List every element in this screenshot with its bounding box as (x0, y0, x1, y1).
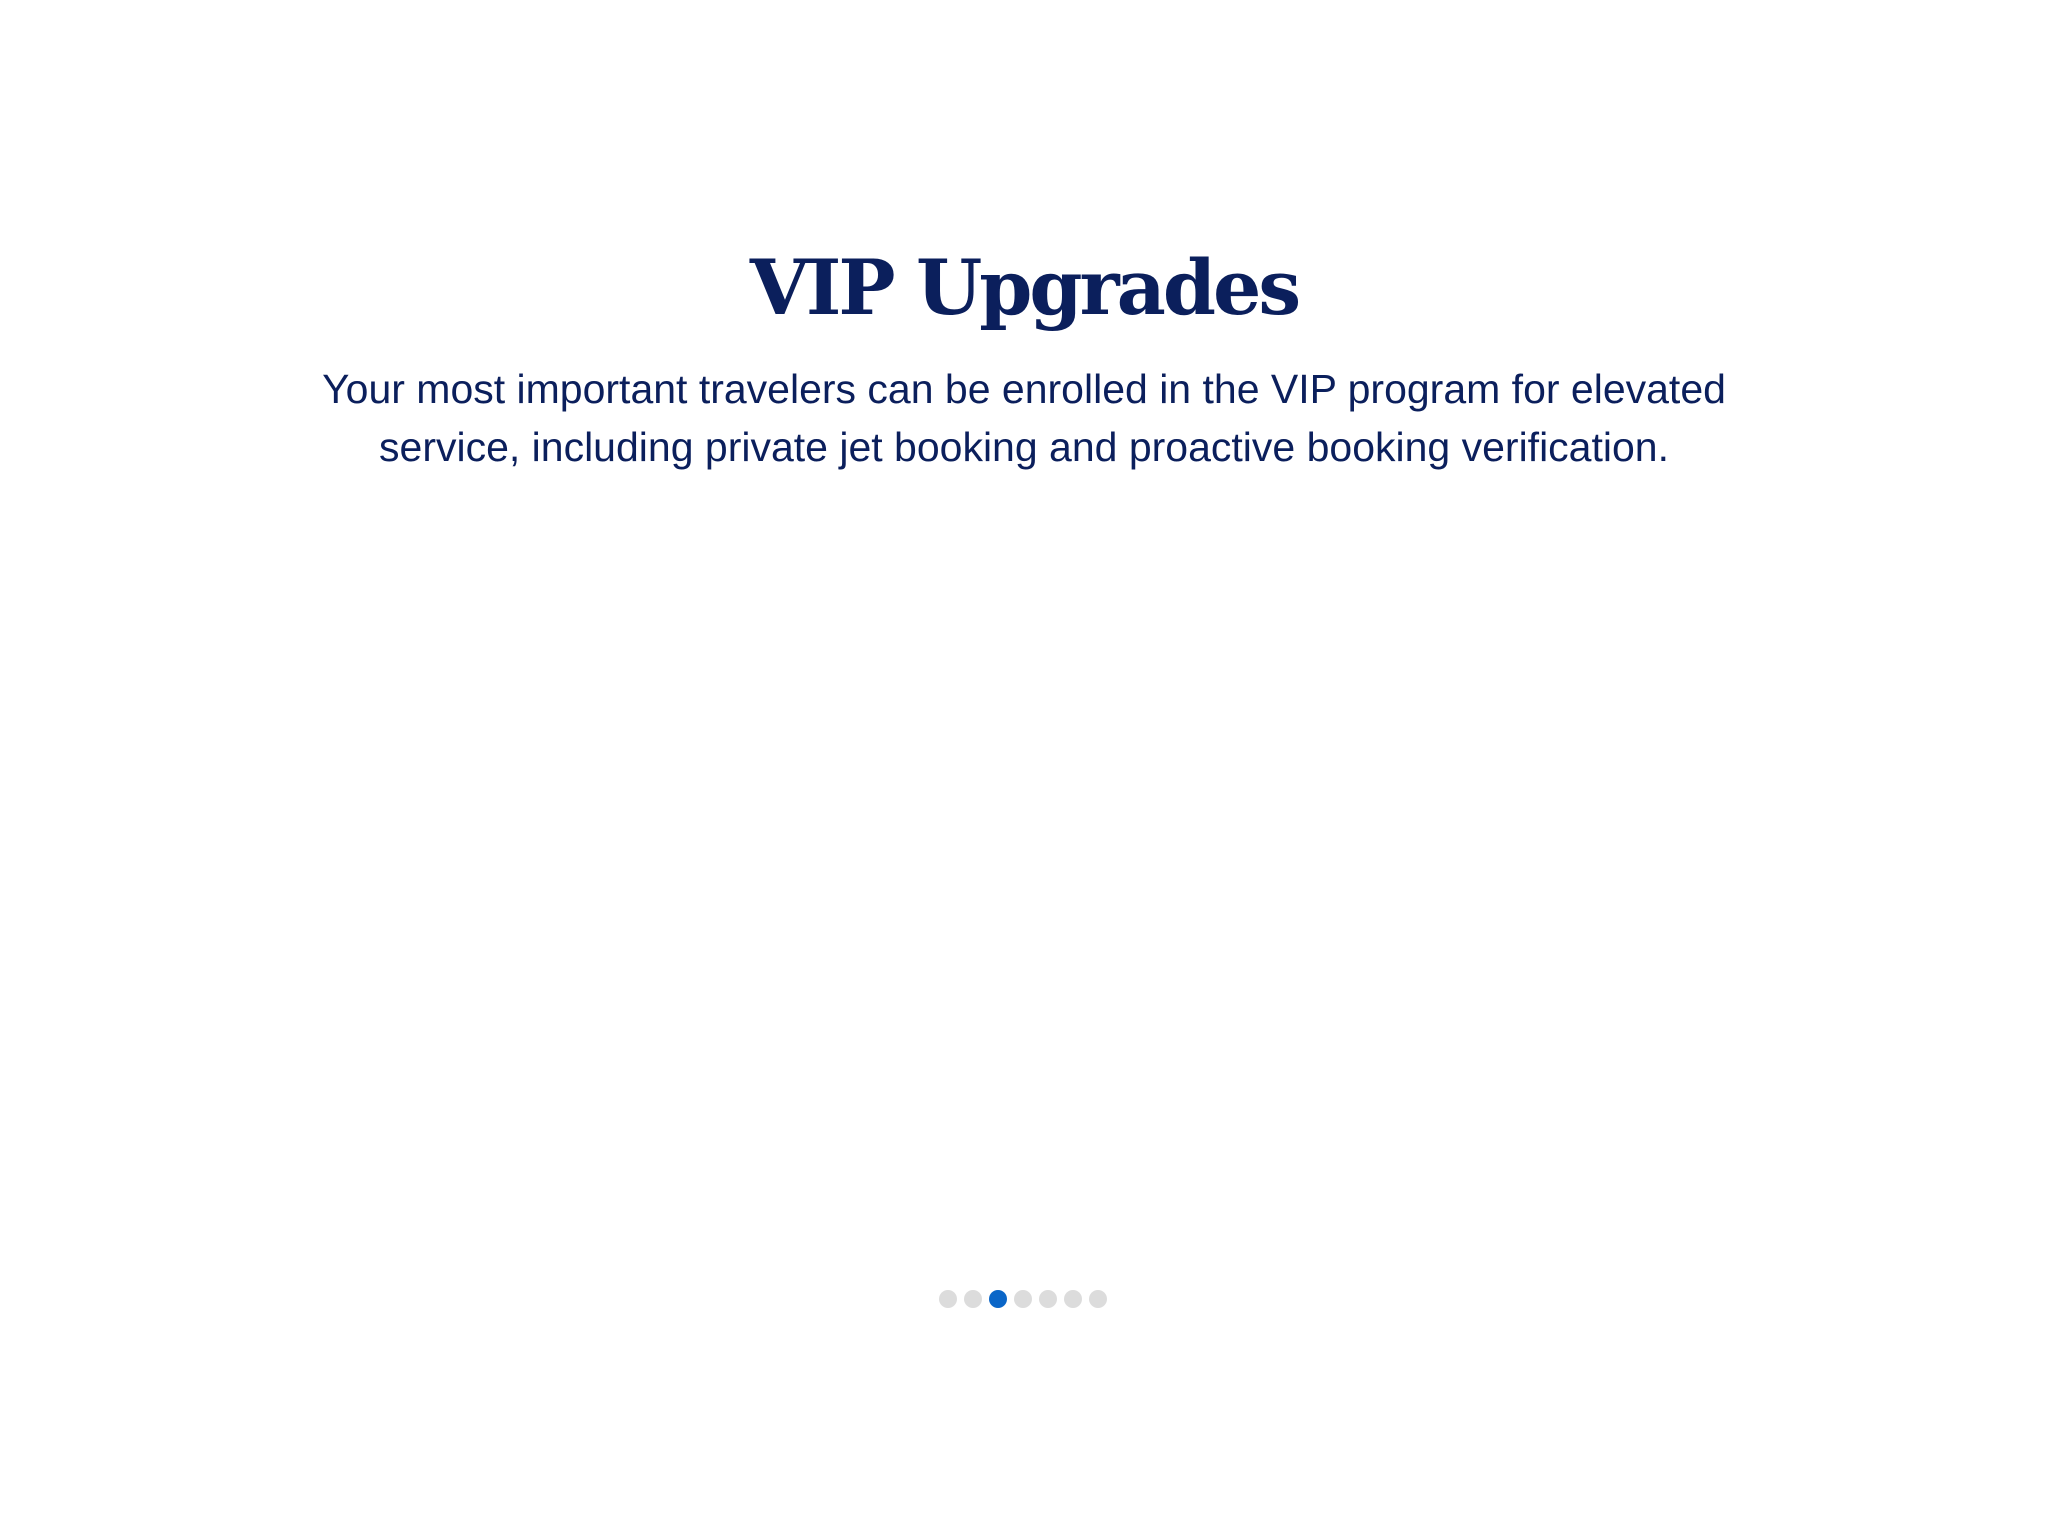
onboarding-screen: VIP Upgrades Your most important travele… (0, 0, 2048, 1536)
page-dot-3-active[interactable] (989, 1290, 1007, 1308)
page-dot-5[interactable] (1039, 1290, 1057, 1308)
page-dot-2[interactable] (964, 1290, 982, 1308)
page-indicator[interactable] (939, 1289, 1107, 1309)
slide-title: VIP Upgrades (749, 243, 1301, 332)
page-dot-7[interactable] (1089, 1290, 1107, 1308)
page-dot-4[interactable] (1014, 1290, 1032, 1308)
page-dot-6[interactable] (1064, 1290, 1082, 1308)
page-dot-1[interactable] (939, 1290, 957, 1308)
slide-description: Your most important travelers can be enr… (322, 366, 1726, 470)
